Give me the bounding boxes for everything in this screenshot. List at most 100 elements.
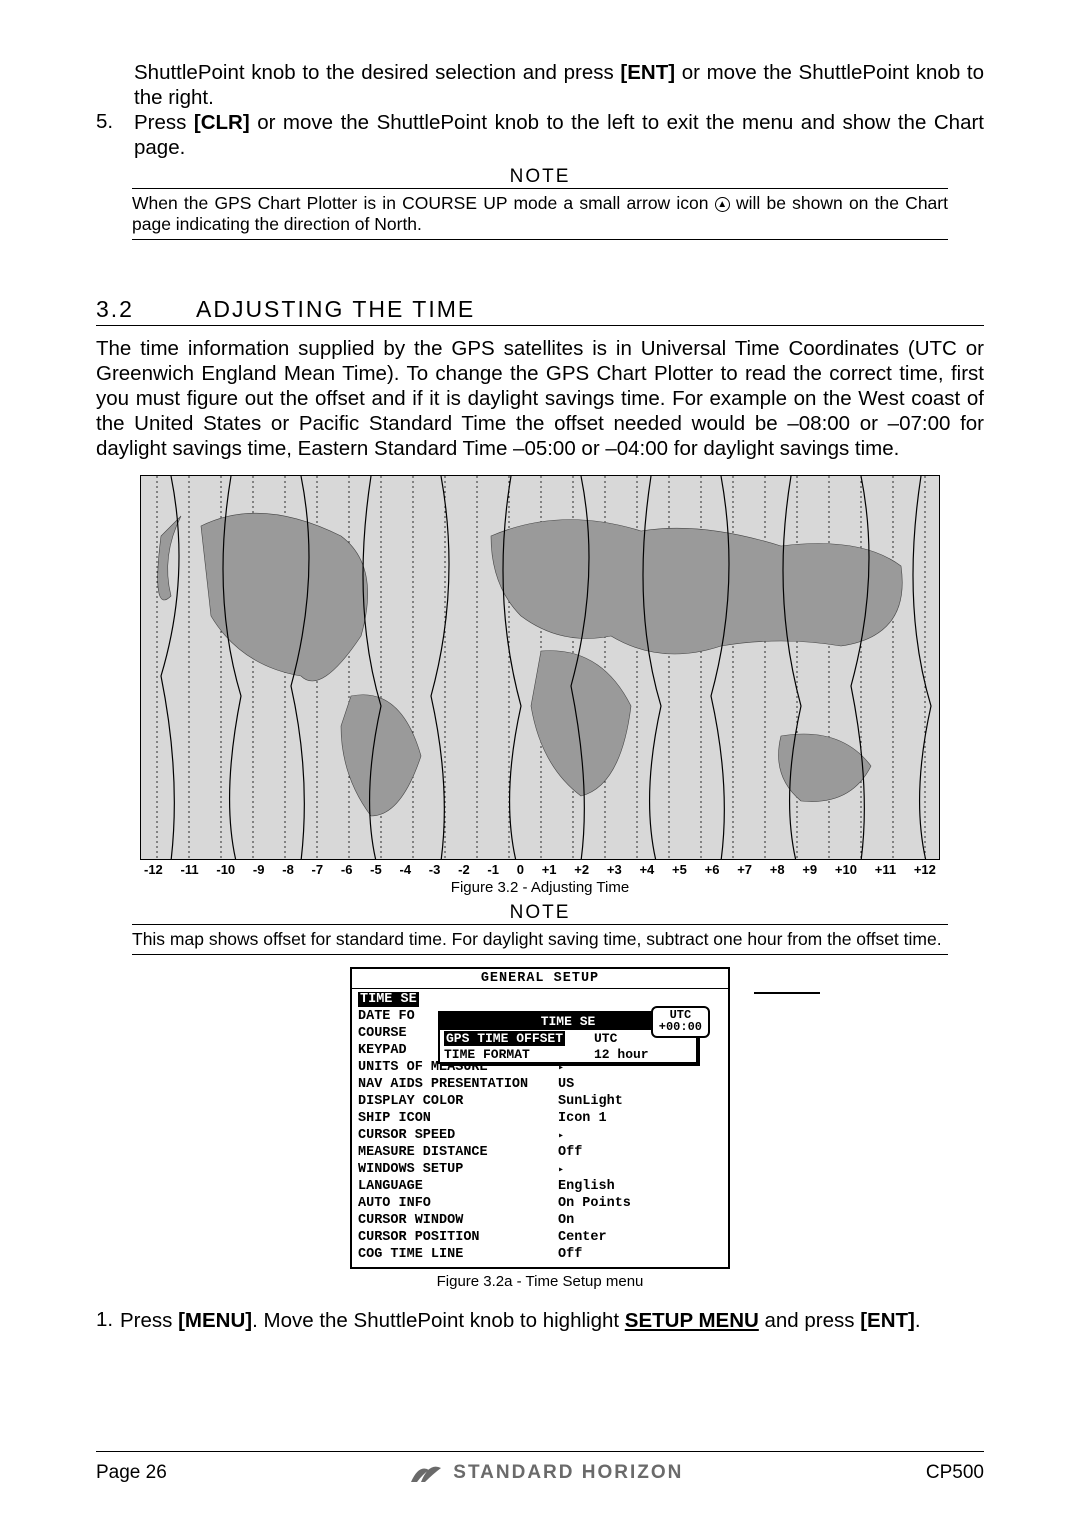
- menu-label: COG TIME LINE: [358, 1247, 558, 1262]
- popup-label: TIME FORMAT: [444, 1047, 594, 1062]
- menu-value: US: [558, 1077, 722, 1092]
- menu-label: MEASURE DISTANCE: [358, 1145, 558, 1160]
- axis-tick: -12: [144, 862, 163, 877]
- popup-row-time-format[interactable]: TIME FORMAT 12 hour: [440, 1046, 696, 1062]
- note-1-text-a: When the GPS Chart Plotter is in COURSE …: [132, 193, 715, 213]
- axis-tick: -1: [487, 862, 499, 877]
- menu-row-measure-distance[interactable]: MEASURE DISTANCEOff: [358, 1144, 722, 1161]
- axis-tick: +4: [639, 862, 654, 877]
- section-title: ADJUSTING THE TIME: [196, 296, 475, 323]
- key-menu: [MENU]: [178, 1309, 252, 1332]
- callout-line: [754, 992, 820, 994]
- figure-3-2a-caption: Figure 3.2a - Time Setup menu: [320, 1273, 760, 1290]
- note-2-text: This map shows offset for standard time.…: [132, 929, 948, 950]
- axis-tick: +6: [705, 862, 720, 877]
- note-1-label: NOTE: [96, 166, 984, 188]
- menu-value: On: [558, 1213, 722, 1228]
- axis-tick: -7: [312, 862, 324, 877]
- t: Press: [120, 1309, 178, 1332]
- figure-3-2: -12 -11 -10 -9 -8 -7 -6 -5 -4 -3 -2 -1 0…: [96, 475, 984, 896]
- axis-tick: +2: [574, 862, 589, 877]
- utc-badge: UTC +00:00: [651, 1006, 710, 1038]
- menu-label: WINDOWS SETUP: [358, 1162, 558, 1177]
- menu-value: Off: [558, 1145, 722, 1160]
- menu-value: SunLight: [558, 1094, 722, 1109]
- axis-tick: +8: [770, 862, 785, 877]
- setup-menu-label: SETUP MENU: [625, 1309, 759, 1332]
- menu-row-auto-info[interactable]: AUTO INFOOn Points: [358, 1195, 722, 1212]
- menu-value: Center: [558, 1230, 722, 1245]
- popup-label: GPS TIME OFFSET: [444, 1031, 565, 1046]
- menu-row-windows-setup[interactable]: WINDOWS SETUP▸: [358, 1161, 722, 1178]
- menu-row-display-color[interactable]: DISPLAY COLORSunLight: [358, 1093, 722, 1110]
- menu-label: CURSOR SPEED: [358, 1128, 558, 1143]
- axis-tick: +5: [672, 862, 687, 877]
- menu-value: On Points: [558, 1196, 722, 1211]
- step-1-number: 1.: [96, 1308, 120, 1333]
- note-2-box: This map shows offset for standard time.…: [132, 924, 948, 955]
- intro-continuation: ShuttlePoint knob to the desired selecti…: [134, 60, 984, 110]
- utc-value: +00:00: [659, 1021, 702, 1033]
- submenu-arrow-icon: ▸: [558, 1164, 722, 1176]
- timezone-axis: -12 -11 -10 -9 -8 -7 -6 -5 -4 -3 -2 -1 0…: [140, 862, 940, 877]
- note-1-box: When the GPS Chart Plotter is in COURSE …: [132, 188, 948, 240]
- axis-tick: -6: [341, 862, 353, 877]
- figure-3-2-caption: Figure 3.2 - Adjusting Time: [96, 879, 984, 896]
- menu-label: CURSOR WINDOW: [358, 1213, 558, 1228]
- menu-row-cursor-window[interactable]: CURSOR WINDOWOn: [358, 1212, 722, 1229]
- axis-tick: -5: [370, 862, 382, 877]
- axis-tick: -9: [253, 862, 265, 877]
- menu-value: Off: [558, 1247, 722, 1262]
- popup-value: 12 hour: [594, 1047, 649, 1062]
- menu-value: Icon 1: [558, 1111, 722, 1126]
- menu-label: SHIP ICON: [358, 1111, 558, 1126]
- menu-label: TIME SE: [358, 992, 419, 1007]
- axis-tick: -4: [399, 862, 411, 877]
- axis-tick: +12: [914, 862, 936, 877]
- axis-tick: +10: [835, 862, 857, 877]
- key-ent: [ENT]: [860, 1309, 915, 1332]
- step-5-text: Press [CLR] or move the ShuttlePoint kno…: [134, 110, 984, 160]
- popup-value: UTC: [594, 1031, 617, 1046]
- menu-label: AUTO INFO: [358, 1196, 558, 1211]
- step-1-text: Press [MENU]. Move the ShuttlePoint knob…: [120, 1308, 984, 1333]
- menu-title: GENERAL SETUP: [352, 969, 728, 989]
- axis-tick: +1: [542, 862, 557, 877]
- submenu-arrow-icon: ▸: [558, 1130, 722, 1142]
- note-2-label: NOTE: [96, 902, 984, 924]
- footer-rule: [96, 1451, 984, 1452]
- t: and press: [759, 1309, 860, 1332]
- menu-row-ship-icon[interactable]: SHIP ICONIcon 1: [358, 1110, 722, 1127]
- menu-row-language[interactable]: LANGUAGEEnglish: [358, 1178, 722, 1195]
- section-number: 3.2: [96, 296, 196, 323]
- step-1: 1. Press [MENU]. Move the ShuttlePoint k…: [96, 1308, 984, 1333]
- axis-tick: -3: [429, 862, 441, 877]
- t: . Move the ShuttlePoint knob to highligh…: [252, 1309, 625, 1332]
- axis-tick: +3: [607, 862, 622, 877]
- menu-row-cursor-speed[interactable]: CURSOR SPEED▸: [358, 1127, 722, 1144]
- world-timezone-map: [140, 475, 940, 860]
- menu-row-cursor-position[interactable]: CURSOR POSITIONCenter: [358, 1229, 722, 1246]
- menu-label: CURSOR POSITION: [358, 1230, 558, 1245]
- menu-label: NAV AIDS PRESENTATION: [358, 1077, 558, 1092]
- time-setup-popup: TIME SE GPS TIME OFFSET UTC TIME FORMAT …: [438, 1011, 698, 1064]
- brand-logo: STANDARD HORIZON: [409, 1460, 683, 1486]
- menu-row-nav-aids[interactable]: NAV AIDS PRESENTATIONUS: [358, 1076, 722, 1093]
- model-number: CP500: [926, 1462, 984, 1484]
- axis-tick: -10: [216, 862, 235, 877]
- axis-tick: -2: [458, 862, 470, 877]
- menu-label: DISPLAY COLOR: [358, 1094, 558, 1109]
- step-5: 5. Press [CLR] or move the ShuttlePoint …: [96, 110, 984, 160]
- north-arrow-icon: ▲: [715, 197, 730, 212]
- axis-tick: -8: [282, 862, 294, 877]
- key-ent: [ENT]: [620, 61, 675, 84]
- section-paragraph: The time information supplied by the GPS…: [96, 336, 984, 461]
- menu-row-cog-time-line[interactable]: COG TIME LINEOff: [358, 1246, 722, 1263]
- page-number: Page 26: [96, 1462, 167, 1484]
- axis-tick: +7: [737, 862, 752, 877]
- menu-label: LANGUAGE: [358, 1179, 558, 1194]
- axis-tick: 0: [517, 862, 524, 877]
- note-1-text: When the GPS Chart Plotter is in COURSE …: [132, 193, 948, 235]
- t: .: [915, 1309, 921, 1332]
- axis-tick: +9: [802, 862, 817, 877]
